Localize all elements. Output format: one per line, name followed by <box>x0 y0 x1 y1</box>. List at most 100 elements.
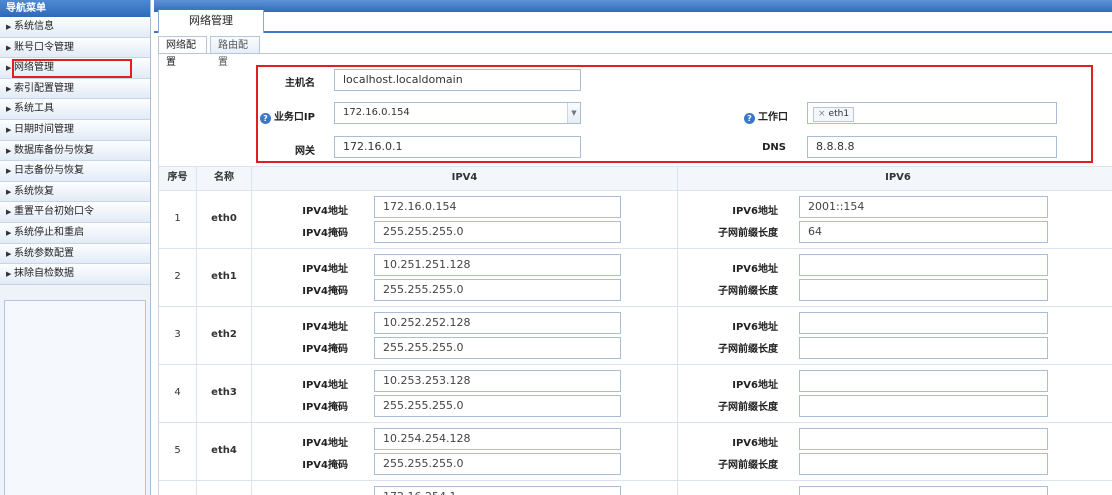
ipv6-prefix-input[interactable] <box>799 337 1048 359</box>
grid-line <box>159 248 1112 249</box>
sidebar-item-index-config[interactable]: ▶ 索引配置管理 <box>0 78 150 100</box>
triangle-right-icon: ▶ <box>6 105 12 114</box>
service-ip-select[interactable]: 172.16.0.154 ▼ <box>334 102 581 124</box>
ipv6-addr-input[interactable] <box>799 370 1048 392</box>
ipv4-mask-input[interactable]: 255.255.255.0 <box>374 395 621 417</box>
sidebar-item-label: 抹除自检数据 <box>14 268 74 280</box>
row-index: 2 <box>174 271 181 282</box>
remove-tag-icon[interactable]: × <box>818 109 826 119</box>
sidebar-item-erase-selftest[interactable]: ▶ 抹除自检数据 <box>0 264 150 285</box>
service-ip-label-text: 业务口IP <box>273 112 315 123</box>
sidebar-item-system-tools[interactable]: ▶ 系统工具 <box>0 99 150 120</box>
row-name: eth2 <box>211 329 237 340</box>
sidebar-item-label: 系统信息 <box>14 21 54 32</box>
ipv6-prefix-input[interactable] <box>799 453 1048 475</box>
grid-line <box>159 364 1112 365</box>
ipv4-addr-input[interactable]: 10.252.252.128 <box>374 312 621 334</box>
tab-bar-line <box>154 31 1112 33</box>
ipv6-addr-input[interactable] <box>799 312 1048 334</box>
sidebar-item-reset-password[interactable]: ▶ 重置平台初始口令 <box>0 202 150 223</box>
sidebar-item-system-restore[interactable]: ▶ 系统恢复 <box>0 181 150 203</box>
row-index: 1 <box>174 213 181 224</box>
ipv4-mask-label: IPV4掩码 <box>302 402 348 413</box>
service-ip-selected: 172.16.0.154 <box>343 107 410 118</box>
dns-input[interactable]: 8.8.8.8 <box>807 136 1057 158</box>
ipv4-addr-input[interactable]: 172.16.254.1 <box>374 486 621 495</box>
sidebar-item-system-info[interactable]: ▶ 系统信息 <box>0 17 150 38</box>
triangle-right-icon: ▶ <box>6 167 12 176</box>
ipv4-addr-label: IPV4地址 <box>302 264 348 275</box>
ipv4-mask-label: IPV4掩码 <box>302 286 348 297</box>
sidebar-item-log-backup[interactable]: ▶ 日志备份与恢复 <box>0 161 150 182</box>
ipv6-addr-label: IPV6地址 <box>732 322 778 333</box>
ipv6-prefix-label: 子网前缀长度 <box>718 228 778 239</box>
sidebar-item-network[interactable]: ▶ 网络管理 <box>0 58 150 79</box>
ipv6-prefix-input[interactable] <box>799 279 1048 301</box>
tab-route-config[interactable]: 路由配置 <box>210 36 260 68</box>
ipv4-mask-input[interactable]: 255.255.255.0 <box>374 221 621 243</box>
row-index: 4 <box>174 387 181 398</box>
nav-list: ▶ 系统信息 ▶ 账号口令管理 ▶ 网络管理 ▶ 索引配置管理 ▶ 系统工具 ▶ 日期时间管… <box>0 17 150 285</box>
sidebar-item-label: 重置平台初始口令 <box>14 206 94 218</box>
sidebar-item-label: 网络管理 <box>14 62 54 74</box>
tab-network-config[interactable]: 网络配置 <box>158 36 207 68</box>
ipv4-mask-input[interactable]: 255.255.255.0 <box>374 453 621 475</box>
col-header-ipv6: IPV6 <box>678 166 1112 190</box>
sidebar-item-datetime[interactable]: ▶ 日期时间管理 <box>0 119 150 141</box>
sidebar-item-label: 系统恢复 <box>14 185 54 197</box>
ipv4-addr-input[interactable]: 10.251.251.128 <box>374 254 621 276</box>
sidebar-item-db-backup[interactable]: ▶ 数据库备份与恢复 <box>0 140 150 162</box>
ipv6-prefix-input[interactable] <box>799 395 1048 417</box>
col-header-ipv4: IPV4 <box>252 166 677 190</box>
help-icon[interactable]: ? <box>259 113 271 124</box>
hostname-label: 主机名 <box>285 78 315 89</box>
grid-line <box>159 422 1112 423</box>
ipv4-addr-label: IPV4地址 <box>302 438 348 449</box>
tab-network-management[interactable]: 网络管理 <box>158 7 264 33</box>
main-area: 网络管理 网络配置 路由配置 主机名 localhost.localdomain… <box>154 0 1112 495</box>
ipv4-addr-input[interactable]: 10.253.253.128 <box>374 370 621 392</box>
ipv6-addr-input[interactable] <box>799 428 1048 450</box>
ipv6-addr-input[interactable]: 2001::154 <box>799 196 1048 218</box>
sidebar-item-label: 索引配置管理 <box>14 82 74 94</box>
help-icon[interactable]: ? <box>744 113 755 124</box>
sidebar-item-label: 系统参数配置 <box>14 247 74 259</box>
tab-accent <box>158 7 264 10</box>
ipv6-addr-input[interactable] <box>799 254 1048 276</box>
hostname-input[interactable]: localhost.localdomain <box>334 69 581 91</box>
gateway-label: 网关 <box>295 146 315 157</box>
triangle-right-icon: ▶ <box>6 23 12 31</box>
sidebar-item-account-password[interactable]: ▶ 账号口令管理 <box>0 37 150 59</box>
triangle-right-icon: ▶ <box>6 208 12 217</box>
work-port-tag[interactable]: × eth1 <box>813 107 855 122</box>
sidebar-item-stop-restart[interactable]: ▶ 系统停止和重启 <box>0 222 150 244</box>
tab-bar: 网络管理 <box>154 0 1112 33</box>
sidebar-item-label: 数据库备份与恢复 <box>14 144 94 156</box>
ipv4-mask-input[interactable]: 255.255.255.0 <box>374 337 621 359</box>
sidebar-title: 导航菜单 <box>0 0 150 17</box>
triangle-right-icon: ▶ <box>6 125 12 134</box>
ipv6-prefix-label: 子网前缀长度 <box>718 460 778 471</box>
ipv4-mask-label: IPV4掩码 <box>302 344 348 355</box>
sidebar-item-label: 日志备份与恢复 <box>14 165 84 177</box>
gateway-input[interactable]: 172.16.0.1 <box>334 136 581 158</box>
ipv6-prefix-input[interactable]: 64 <box>799 221 1048 243</box>
sidebar-empty-panel <box>4 300 146 495</box>
ipv6-addr-input[interactable] <box>799 486 1048 495</box>
work-port-multiselect[interactable]: × eth1 <box>807 102 1057 124</box>
ipv4-mask-input[interactable]: 255.255.255.0 <box>374 279 621 301</box>
ipv4-mask-label: IPV4掩码 <box>302 228 348 239</box>
ipv4-addr-label: IPV4地址 <box>302 322 348 333</box>
sidebar-item-system-params[interactable]: ▶ 系统参数配置 <box>0 243 150 265</box>
triangle-right-icon: ▶ <box>6 187 12 196</box>
ipv4-addr-input[interactable]: 172.16.0.154 <box>374 196 621 218</box>
grid-line <box>159 480 1112 481</box>
ipv4-mask-label: IPV4掩码 <box>302 460 348 471</box>
row-name: eth0 <box>211 213 237 224</box>
row-name: eth1 <box>211 271 237 282</box>
ipv4-addr-input[interactable]: 10.254.254.128 <box>374 428 621 450</box>
tab-label: 网络管理 <box>189 14 233 27</box>
sidebar-item-label: 系统停止和重启 <box>14 226 84 238</box>
ipv6-addr-label: IPV6地址 <box>732 206 778 217</box>
chevron-down-icon[interactable]: ▼ <box>567 103 580 123</box>
